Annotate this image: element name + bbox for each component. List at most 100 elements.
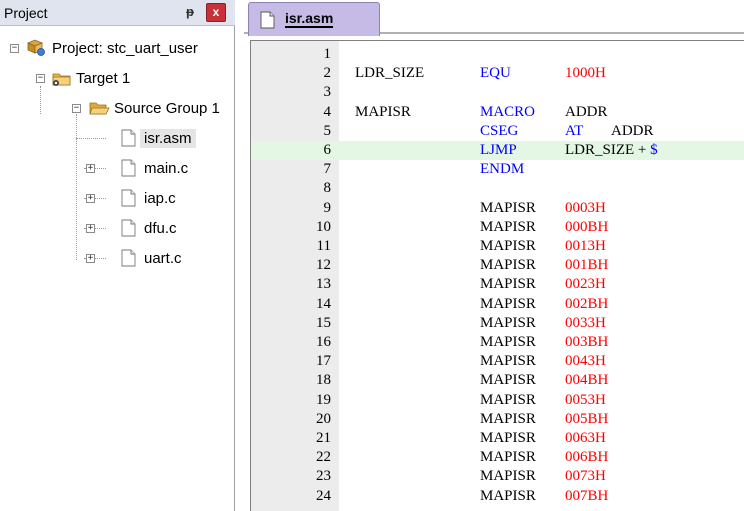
code-operand-text: 002BH bbox=[565, 295, 609, 312]
line-number: 14 bbox=[316, 295, 331, 312]
tree-item-label: Source Group 1 bbox=[114, 99, 220, 117]
code-keyword: MAPISR bbox=[480, 314, 536, 331]
line-number: 4 bbox=[323, 103, 332, 120]
code-operand: 0053H bbox=[565, 391, 606, 410]
code-keyword: MAPISR bbox=[480, 430, 536, 446]
tree-item-target[interactable]: Target 1 bbox=[50, 66, 130, 90]
code-keyword: MAPISR bbox=[480, 334, 536, 350]
line-number: 15 bbox=[316, 314, 331, 331]
code-line[interactable]: 17 MAPISR 0043H bbox=[251, 352, 744, 371]
code-line[interactable]: 23 MAPISR 0073H bbox=[251, 467, 744, 486]
editor-tab-strip: isr.asm bbox=[244, 0, 744, 36]
code-keyword: MAPISR bbox=[480, 353, 536, 370]
code-operand: 007BH bbox=[565, 487, 608, 506]
tree-item-uart-c[interactable]: uart.c bbox=[118, 246, 182, 270]
code-line[interactable]: 15 MAPISR 0033H bbox=[251, 314, 744, 333]
code-line[interactable]: 19 MAPISR 0053H bbox=[251, 391, 744, 410]
code-keyword: LJMP bbox=[480, 142, 517, 158]
tree-item-dfu-c[interactable]: dfu.c bbox=[118, 216, 177, 240]
code-operand: AT bbox=[565, 122, 583, 141]
code-operand: 0013H bbox=[565, 237, 606, 256]
tree-expand-toggle[interactable]: + bbox=[86, 224, 95, 233]
tree-expand-toggle[interactable]: + bbox=[86, 254, 95, 263]
code-line[interactable]: 4 MAPISR MACRO ADDR bbox=[251, 103, 744, 122]
code-line[interactable]: 22 MAPISR 006BH bbox=[251, 448, 744, 467]
tree-item-label: iap.c bbox=[144, 189, 176, 207]
code-keyword: MAPISR bbox=[480, 372, 536, 389]
tree-item-project[interactable]: Project: stc_uart_user bbox=[26, 36, 198, 60]
code-line[interactable]: 3 bbox=[251, 83, 744, 102]
code-operand: LDR_SIZE + $ bbox=[565, 141, 658, 160]
project-icon bbox=[26, 39, 46, 57]
line-number: 20 bbox=[316, 410, 331, 427]
code-line[interactable]: 8 bbox=[251, 179, 744, 198]
project-panel-title: Project bbox=[4, 5, 48, 21]
tree-item-source-group[interactable]: Source Group 1 bbox=[88, 96, 220, 120]
tree-item-main-c[interactable]: main.c bbox=[118, 156, 188, 180]
code-operand-text: 0063H bbox=[565, 430, 606, 446]
line-number: 7 bbox=[323, 161, 332, 178]
code-line[interactable]: 16 MAPISR 003BH bbox=[251, 333, 744, 352]
line-number: 17 bbox=[316, 353, 331, 370]
file-icon bbox=[118, 219, 138, 237]
code-line[interactable]: 14 MAPISR 002BH bbox=[251, 295, 744, 314]
code-operand: 0033H bbox=[565, 314, 606, 333]
code-operand: 001BH bbox=[565, 256, 608, 275]
code-keyword: MAPISR bbox=[480, 468, 536, 485]
code-operand: 006BH bbox=[565, 448, 608, 467]
code-keyword: MAPISR bbox=[480, 199, 536, 216]
code-operand: 0063H bbox=[565, 429, 606, 448]
code-line[interactable]: 9 MAPISR 0003H bbox=[251, 199, 744, 218]
line-number: 21 bbox=[316, 430, 331, 446]
tab-isr-asm[interactable]: isr.asm bbox=[248, 2, 380, 36]
code-operand-text: 005BH bbox=[565, 410, 609, 427]
code-line[interactable]: 7 ENDM bbox=[251, 160, 744, 179]
code-operand: 0073H bbox=[565, 467, 606, 486]
tree-item-label: uart.c bbox=[144, 249, 182, 267]
tree-collapse-toggle[interactable]: − bbox=[36, 74, 45, 83]
line-number: 5 bbox=[323, 122, 332, 139]
tree-item-label: isr.asm bbox=[140, 128, 196, 148]
code-operand-extra: ADDR bbox=[611, 122, 654, 139]
code-operand: 004BH bbox=[565, 371, 608, 390]
code-line[interactable]: 5 CSEG AT ADDR bbox=[251, 122, 744, 141]
code-line[interactable]: 10 MAPISR 000BH bbox=[251, 218, 744, 237]
code-operand-extra: $ bbox=[650, 142, 658, 158]
code-operand: 0003H bbox=[565, 199, 606, 218]
code-operand: ADDR bbox=[565, 103, 608, 122]
code-operand-text: 0003H bbox=[565, 199, 606, 216]
line-number: 18 bbox=[316, 372, 331, 389]
line-number: 12 bbox=[316, 257, 331, 274]
code-line[interactable]: 12 MAPISR 001BH bbox=[251, 256, 744, 275]
code-line[interactable]: 18 MAPISR 004BH bbox=[251, 371, 744, 390]
project-panel: Project ᵽ x − Project: stc_uart_user − T… bbox=[0, 0, 235, 511]
tree-item-isr-asm[interactable]: isr.asm bbox=[118, 126, 196, 150]
code-operand-text: 0053H bbox=[565, 391, 606, 408]
code-keyword: ENDM bbox=[480, 161, 525, 178]
code-line[interactable]: 1 bbox=[251, 45, 744, 64]
line-number: 9 bbox=[323, 199, 332, 216]
close-icon[interactable]: x bbox=[206, 3, 226, 22]
tree-connector bbox=[40, 86, 41, 114]
file-icon bbox=[118, 129, 138, 147]
tree-expand-toggle[interactable]: + bbox=[86, 164, 95, 173]
code-line[interactable]: 11 MAPISR 0013H bbox=[251, 237, 744, 256]
code-line[interactable]: 24 MAPISR 007BH bbox=[251, 487, 744, 506]
tree-item-label: main.c bbox=[144, 159, 189, 177]
code-line[interactable]: 6 LJMP LDR_SIZE + $ bbox=[251, 141, 744, 161]
tree-collapse-toggle[interactable]: − bbox=[72, 104, 81, 113]
line-number: 16 bbox=[316, 334, 331, 350]
tree-expand-toggle[interactable]: + bbox=[86, 194, 95, 203]
code-line[interactable]: 20 MAPISR 005BH bbox=[251, 410, 744, 429]
file-icon bbox=[257, 11, 277, 29]
code-keyword: MAPISR bbox=[480, 449, 536, 466]
pin-icon[interactable]: ᵽ bbox=[186, 4, 200, 20]
code-operand-text: 004BH bbox=[565, 372, 609, 389]
tree-collapse-toggle[interactable]: − bbox=[10, 44, 19, 53]
code-editor[interactable]: 1 2 LDR_SIZE EQU 1000H 3 4 MAPISR MACRO ADDR 5 CSEG… bbox=[250, 40, 744, 511]
code-line[interactable]: 13 MAPISR 0023H bbox=[251, 275, 744, 294]
code-line[interactable]: 21 MAPISR 0063H bbox=[251, 429, 744, 448]
tree-item-iap-c[interactable]: iap.c bbox=[118, 186, 176, 210]
code-keyword: MAPISR bbox=[480, 295, 536, 312]
code-line[interactable]: 2 LDR_SIZE EQU 1000H bbox=[251, 64, 744, 83]
